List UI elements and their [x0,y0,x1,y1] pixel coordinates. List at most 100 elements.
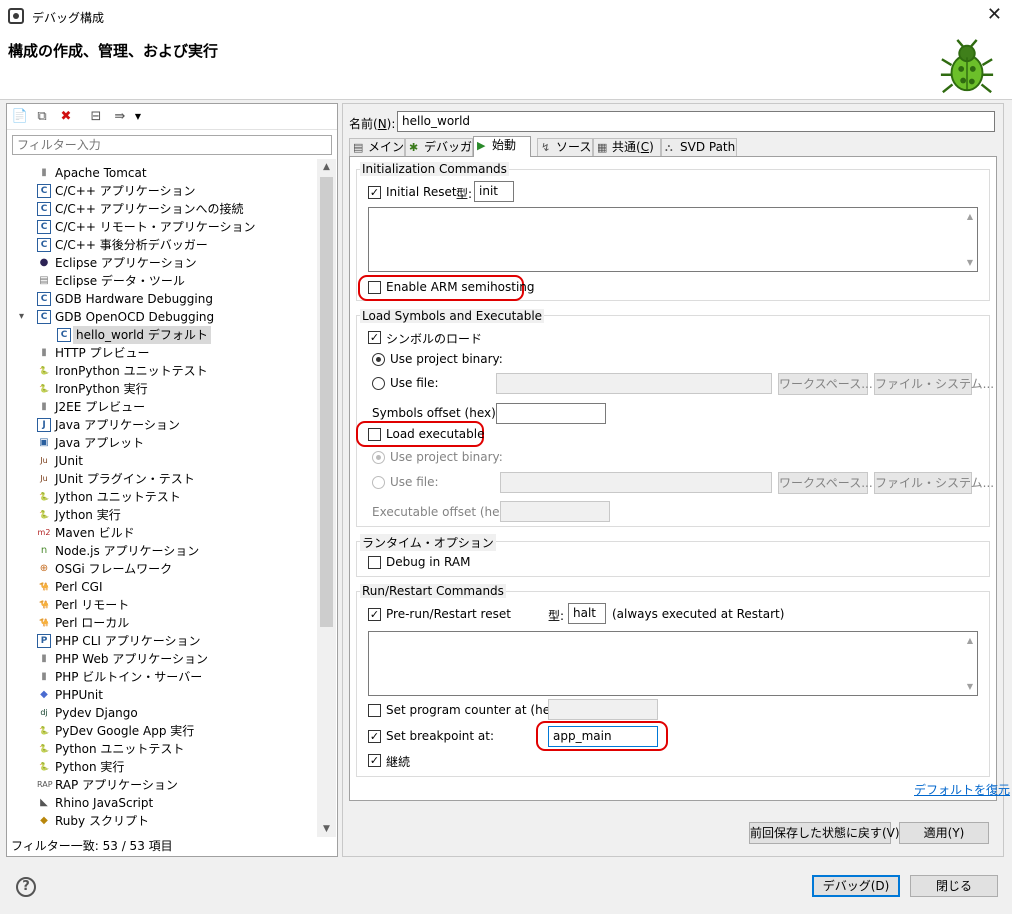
help-icon[interactable]: ? [16,877,36,897]
c-openocd-icon: C [37,310,51,324]
debug-in-ram-checkbox[interactable] [368,556,381,569]
config-tree: ▮ Apache Tomcat C C/C++ アプリケーション C C/C++ アプリケ… [7,159,317,829]
symbols-offset-input[interactable] [496,403,606,424]
jython-run-icon: 🐍 [39,510,49,519]
exec-use-file-radio[interactable] [372,476,385,489]
tree-item-label: Apache Tomcat [55,166,147,180]
maven-icon: m2 [37,528,51,537]
run-commands-textarea[interactable]: ▲ ▼ [368,631,978,696]
set-breakpoint-label: Set breakpoint at: [386,729,495,743]
set-pc-input[interactable] [548,699,658,720]
filter-input[interactable] [12,135,332,155]
tree-item-label: Jython 実行 [55,508,121,522]
jython-test-icon: 🐍 [39,492,49,501]
scroll-up-icon[interactable]: ▲ [967,212,973,221]
tree-item-label: GDB OpenOCD Debugging [55,310,215,324]
new-config-icon[interactable]: 📄 [11,108,29,126]
initial-reset-label: Initial Reset. [386,185,461,199]
java-applet-icon: ▣ [39,437,49,448]
tab-debugger[interactable]: ✱ デバッガー [405,138,484,156]
django-icon: dj [40,708,48,717]
use-project-binary-radio[interactable] [372,353,385,366]
nodejs-icon: n [40,545,48,556]
osgi-icon: ⊕ [39,563,49,574]
duplicate-icon[interactable]: ⧉ [33,108,51,126]
load-executable-checkbox[interactable] [368,428,381,441]
exec-file-input[interactable] [500,472,772,493]
php-server-icon: ▮ [41,671,47,682]
scroll-up-icon[interactable]: ▲ [317,159,336,175]
startup-tab-icon: ▶ [477,139,486,152]
tree-item-label: hello_world デフォルト [73,326,211,344]
symbols-filesystem-button[interactable]: ファイル・システム... [874,373,994,395]
filter-icon[interactable]: ⇛ [111,108,129,126]
symbols-file-input[interactable] [496,373,772,394]
name-input[interactable]: hello_world [397,111,995,132]
apply-button[interactable]: 適用(Y) [899,822,989,844]
dialog-header: 構成の作成、管理、および実行 [0,32,1012,100]
rhino-icon: ◣ [40,797,48,808]
c-app-icon: C [37,184,51,198]
use-file-radio[interactable] [372,377,385,390]
c-config-icon: C [57,328,71,342]
exec-workspace-button[interactable]: ワークスペース... [778,472,873,494]
exec-use-project-binary-label: Use project binary: [390,450,503,464]
tab-source[interactable]: ↯ ソース [537,138,593,156]
set-breakpoint-checkbox[interactable]: ✓ [368,730,381,743]
php-cli-icon: P [37,634,51,648]
collapse-all-icon[interactable]: ⊟ [87,108,105,126]
bug-icon [940,39,994,94]
tree-item-label: JUnit [55,454,83,468]
tree-item-label: Jython ユニットテスト [55,490,181,504]
exec-filesystem-button[interactable]: ファイル・システム... [874,472,994,494]
exec-offset-input[interactable] [500,501,610,522]
delete-icon[interactable]: ✖ [57,108,75,126]
config-list-pane: 📄 ⧉ ✖ ⊟ ⇛ ▼ ▮ Apache Tomcat C C/C++ アプリケーショ… [6,103,338,857]
init-type-input[interactable]: init [474,181,514,202]
chevron-down-icon[interactable]: ▼ [129,108,147,126]
exec-offset-label: Executable offset (hex): [372,505,516,519]
set-pc-checkbox[interactable] [368,704,381,717]
tree-item-label: PHP ビルトイン・サーバー [55,670,203,684]
continue-checkbox[interactable]: ✓ [368,754,381,767]
python-run-icon: 🐍 [39,762,49,771]
svd-tab-icon: ⛬ [665,141,673,154]
symbols-workspace-button[interactable]: ワークスペース... [778,373,873,395]
debug-button[interactable]: デバッグ(D) [812,875,900,897]
debugger-tab-icon: ✱ [409,141,419,154]
c-attach-icon: C [37,202,51,216]
close-icon[interactable]: ✕ [987,5,1002,25]
j2ee-icon: ▮ [41,401,47,412]
init-commands-textarea[interactable]: ▲ ▼ [368,207,978,272]
tab-common[interactable]: ▦ 共通(C) [593,138,661,156]
restore-defaults-link[interactable]: デフォルトを復元 [914,781,1010,798]
junit-icon: Ju [40,456,48,465]
name-label: 名前(N): [349,117,396,131]
close-button[interactable]: 閉じる [910,875,998,897]
pre-run-reset-checkbox[interactable]: ✓ [368,608,381,621]
scroll-down-icon[interactable]: ▼ [317,821,336,837]
scroll-thumb[interactable] [320,177,333,627]
tab-main[interactable]: ▤ メイン [349,138,405,156]
scroll-up-icon[interactable]: ▲ [967,636,973,645]
tab-svd-path[interactable]: ⛬ SVD Path [661,138,737,156]
scroll-down-icon[interactable]: ▼ [967,682,973,691]
initial-reset-checkbox[interactable]: ✓ [368,186,381,199]
load-symbols-checkbox[interactable]: ✓ [368,331,381,344]
chevron-down-icon[interactable]: ▾ [19,311,24,322]
tree-item-label: Node.js アプリケーション [55,544,200,558]
tree-scrollbar[interactable]: ▲ ▼ [317,159,336,837]
tree-item-label: JUnit プラグイン・テスト [55,472,195,486]
breakpoint-input[interactable]: app_main [548,726,658,747]
exec-use-project-binary-radio[interactable] [372,451,385,464]
tab-startup[interactable]: ▶ 始動 [473,136,531,157]
tree-item-label: PHP CLI アプリケーション [55,634,201,648]
tree-item-label: HTTP プレビュー [55,346,150,360]
run-type-input[interactable]: halt [568,603,606,624]
revert-button[interactable]: 前回保存した状態に戻す(V) [749,822,900,844]
tree-item-label: J2EE プレビュー [55,400,146,414]
scroll-down-icon[interactable]: ▼ [967,258,973,267]
semihosting-checkbox[interactable] [368,281,381,294]
ironpython-run-icon: 🐍 [39,384,49,393]
perl-cgi-icon: 🐪 [39,582,49,591]
